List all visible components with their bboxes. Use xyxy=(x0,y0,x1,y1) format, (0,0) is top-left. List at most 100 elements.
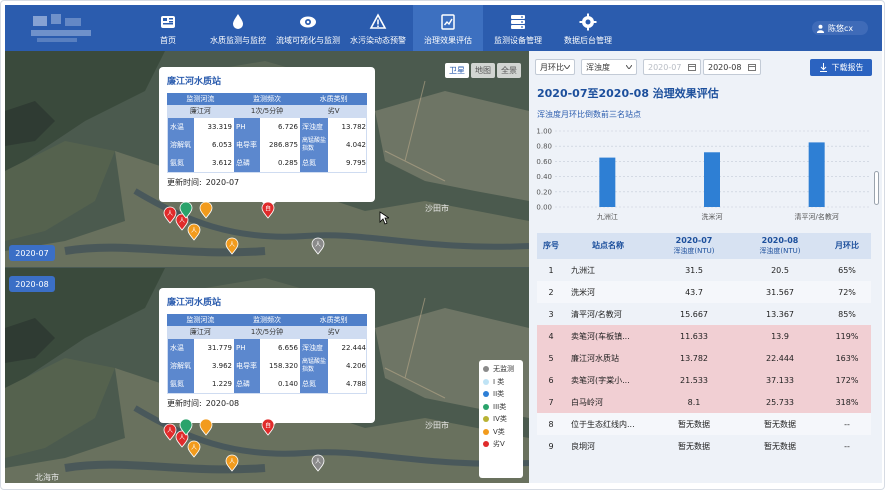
chart-bar[interactable] xyxy=(599,157,616,207)
marker-label: 人 xyxy=(229,242,235,249)
chart-bar[interactable] xyxy=(704,152,720,207)
nav-item-3[interactable]: 水污染动态预警 xyxy=(343,5,413,51)
table-row[interactable]: 3 清平河/名教河 15.667 13.367 85% xyxy=(537,303,871,325)
metric-label: 水温 xyxy=(168,339,194,357)
table-row[interactable]: 5 廉江河水质站 13.782 22.444 163% xyxy=(537,347,871,369)
nav-item-4[interactable]: 治理效果评估 xyxy=(413,5,483,51)
table-row[interactable]: 9 良垌河 暂无数据 暂无数据 -- xyxy=(537,435,871,457)
legend-item: I 类 xyxy=(483,376,519,389)
compare-select[interactable]: 月环比 xyxy=(535,59,575,75)
metric-label: 氨氮 xyxy=(168,375,194,393)
chart-bar[interactable] xyxy=(808,142,825,207)
gear-icon xyxy=(579,13,597,31)
nav-item-label: 首页 xyxy=(160,36,176,45)
nav-item-label: 流域可视化与监测 xyxy=(276,36,340,45)
map-tab-satellite[interactable]: 卫星 xyxy=(445,63,469,78)
popup-update-time: 更新时间: 2020-08 xyxy=(167,398,367,409)
metric-value: 22.444 xyxy=(341,344,367,352)
cell-ratio: 172% xyxy=(835,375,859,385)
popup-update-time: 更新时间: 2020-07 xyxy=(167,177,367,188)
station-marker-icon[interactable]: 人 xyxy=(311,237,325,255)
cell-july-value: 31.5 xyxy=(685,265,703,275)
station-marker-icon[interactable] xyxy=(179,418,193,436)
metric-value: 31.779 xyxy=(207,344,233,352)
station-marker-icon[interactable]: 自 xyxy=(261,418,275,436)
y-tick-label: 0.20 xyxy=(536,188,552,196)
top-header: 首页 水质监测与监控 流域可视化与监测 水污染动态预警 治理效果评估 监测设备管理 数据后台… xyxy=(5,5,882,51)
map-pane-after[interactable]: 2020-08 廉江河水质站 监测河流 监测频次 水质类别 廉江河 1次/5分钟 劣V 水温 3… xyxy=(5,267,529,483)
metric-label: 溶解氧 xyxy=(168,357,194,375)
download-report-button[interactable]: 下载报告 xyxy=(810,59,872,76)
cell-station-name: 洗米河 xyxy=(571,287,595,297)
table-row[interactable]: 7 白马岭河 8.1 25.733 318% xyxy=(537,391,871,413)
map-tab-map[interactable]: 地图 xyxy=(471,63,495,78)
station-marker-icon[interactable]: 人 xyxy=(311,454,325,472)
cell-july-value: 15.667 xyxy=(680,309,708,319)
update-label: 更新时间: xyxy=(167,178,202,187)
table-row[interactable]: 4 卖笔河(车板镇... 11.633 13.9 119% xyxy=(537,325,871,347)
metric-label: 溶解氧 xyxy=(168,136,194,154)
station-marker-icon[interactable] xyxy=(199,201,213,219)
popup-head-cell: 水质类别 xyxy=(319,95,348,103)
main-nav: 首页 水质监测与监控 流域可视化与监测 水污染动态预警 治理效果评估 监测设备管理 数据后台… xyxy=(133,5,623,51)
station-marker-icon[interactable]: 人 xyxy=(187,440,201,458)
metric-value: 1.229 xyxy=(211,380,232,388)
nav-item-label: 监测设备管理 xyxy=(494,36,542,45)
cell-ratio: 318% xyxy=(835,397,859,407)
marker-label: 人 xyxy=(167,211,173,218)
alert-icon xyxy=(369,13,387,29)
marker-label: 人 xyxy=(167,428,173,435)
metric-label: PH xyxy=(234,339,260,357)
cell-ratio: 72% xyxy=(838,287,856,297)
cell-july-value: 暂无数据 xyxy=(678,441,710,451)
station-marker-icon[interactable]: 自 xyxy=(261,201,275,219)
start-date-picker[interactable]: 2020-07 xyxy=(643,59,701,75)
station-marker-icon[interactable]: 人 xyxy=(187,223,201,241)
map-area[interactable]: 卫星 地图 全景 沙田市 2020-07 廉江河水质站 监测河流 监测频次 水质类别廉… xyxy=(5,51,529,483)
nav-item-5[interactable]: 监测设备管理 xyxy=(483,5,553,51)
map-pane-before[interactable]: 卫星 地图 全景 沙田市 2020-07 廉江河水质站 监测河流 监测频次 水质类别廉… xyxy=(5,51,529,267)
legend-label: II类 xyxy=(493,390,505,399)
station-popup-before: 廉江河水质站 监测河流 监测频次 水质类别 廉江河 1次/5分钟 劣V 水温 33.319 PH 6… xyxy=(159,67,375,209)
station-marker-icon[interactable] xyxy=(199,418,213,436)
nav-item-1[interactable]: 水质监测与监控 xyxy=(203,5,273,51)
legend-swatch xyxy=(483,403,489,410)
table-row[interactable]: 1 九洲江 31.5 20.5 65% xyxy=(537,259,871,281)
metric-label: 高锰酸盐指数 xyxy=(300,357,328,375)
station-marker-icon[interactable]: 人 xyxy=(225,237,239,255)
metric-select-value: 浑浊度 xyxy=(586,62,610,72)
metric-value: 158.320 xyxy=(269,362,298,370)
station-marker-icon[interactable]: 人 xyxy=(225,454,239,472)
table-row[interactable]: 2 洗米河 43.7 31.567 72% xyxy=(537,281,871,303)
calendar-icon xyxy=(688,64,696,71)
y-tick-label: 0.40 xyxy=(536,173,552,181)
cell-index: 7 xyxy=(548,397,554,407)
download-report-label: 下载报告 xyxy=(831,63,864,72)
nav-item-2[interactable]: 流域可视化与监测 xyxy=(273,5,343,51)
col-header-july: 2020-07 浑浊度(NTU) xyxy=(651,236,737,256)
metric-value: 6.656 xyxy=(277,344,298,352)
table-row[interactable]: 6 卖笔河(字棠小... 21.533 37.133 172% xyxy=(537,369,871,391)
metric-select[interactable]: 浑浊度 xyxy=(581,59,637,75)
cell-ratio: 85% xyxy=(838,309,856,319)
nav-item-0[interactable]: 首页 xyxy=(133,5,203,51)
user-menu[interactable]: 陈悠cx xyxy=(812,21,868,35)
metric-label: PH xyxy=(234,118,260,136)
end-date-value: 2020-08 xyxy=(708,62,742,72)
legend-item: 无监测 xyxy=(483,363,519,376)
legend-item: IV类 xyxy=(483,413,519,426)
table-header: 序号 站点名称 2020-07 浑浊度(NTU) 2020-08 浑浊度(NTU… xyxy=(537,233,871,259)
cell-ratio: 65% xyxy=(838,265,856,275)
y-tick-label: 0.60 xyxy=(536,158,552,166)
nav-item-label: 数据后台管理 xyxy=(564,36,612,45)
marker-label: 人 xyxy=(191,228,197,235)
table-row[interactable]: 8 位于生态红线内... 暂无数据 暂无数据 -- xyxy=(537,413,871,435)
end-date-picker[interactable]: 2020-08 xyxy=(703,59,761,75)
station-marker-icon[interactable] xyxy=(179,201,193,219)
panel-scrollbar[interactable] xyxy=(874,171,879,205)
map-tab-panorama[interactable]: 全景 xyxy=(497,63,521,78)
legend-label: I 类 xyxy=(493,377,505,386)
nav-item-6[interactable]: 数据后台管理 xyxy=(553,5,623,51)
legend-label: 无监测 xyxy=(493,365,514,374)
metric-label: 水温 xyxy=(168,118,194,136)
